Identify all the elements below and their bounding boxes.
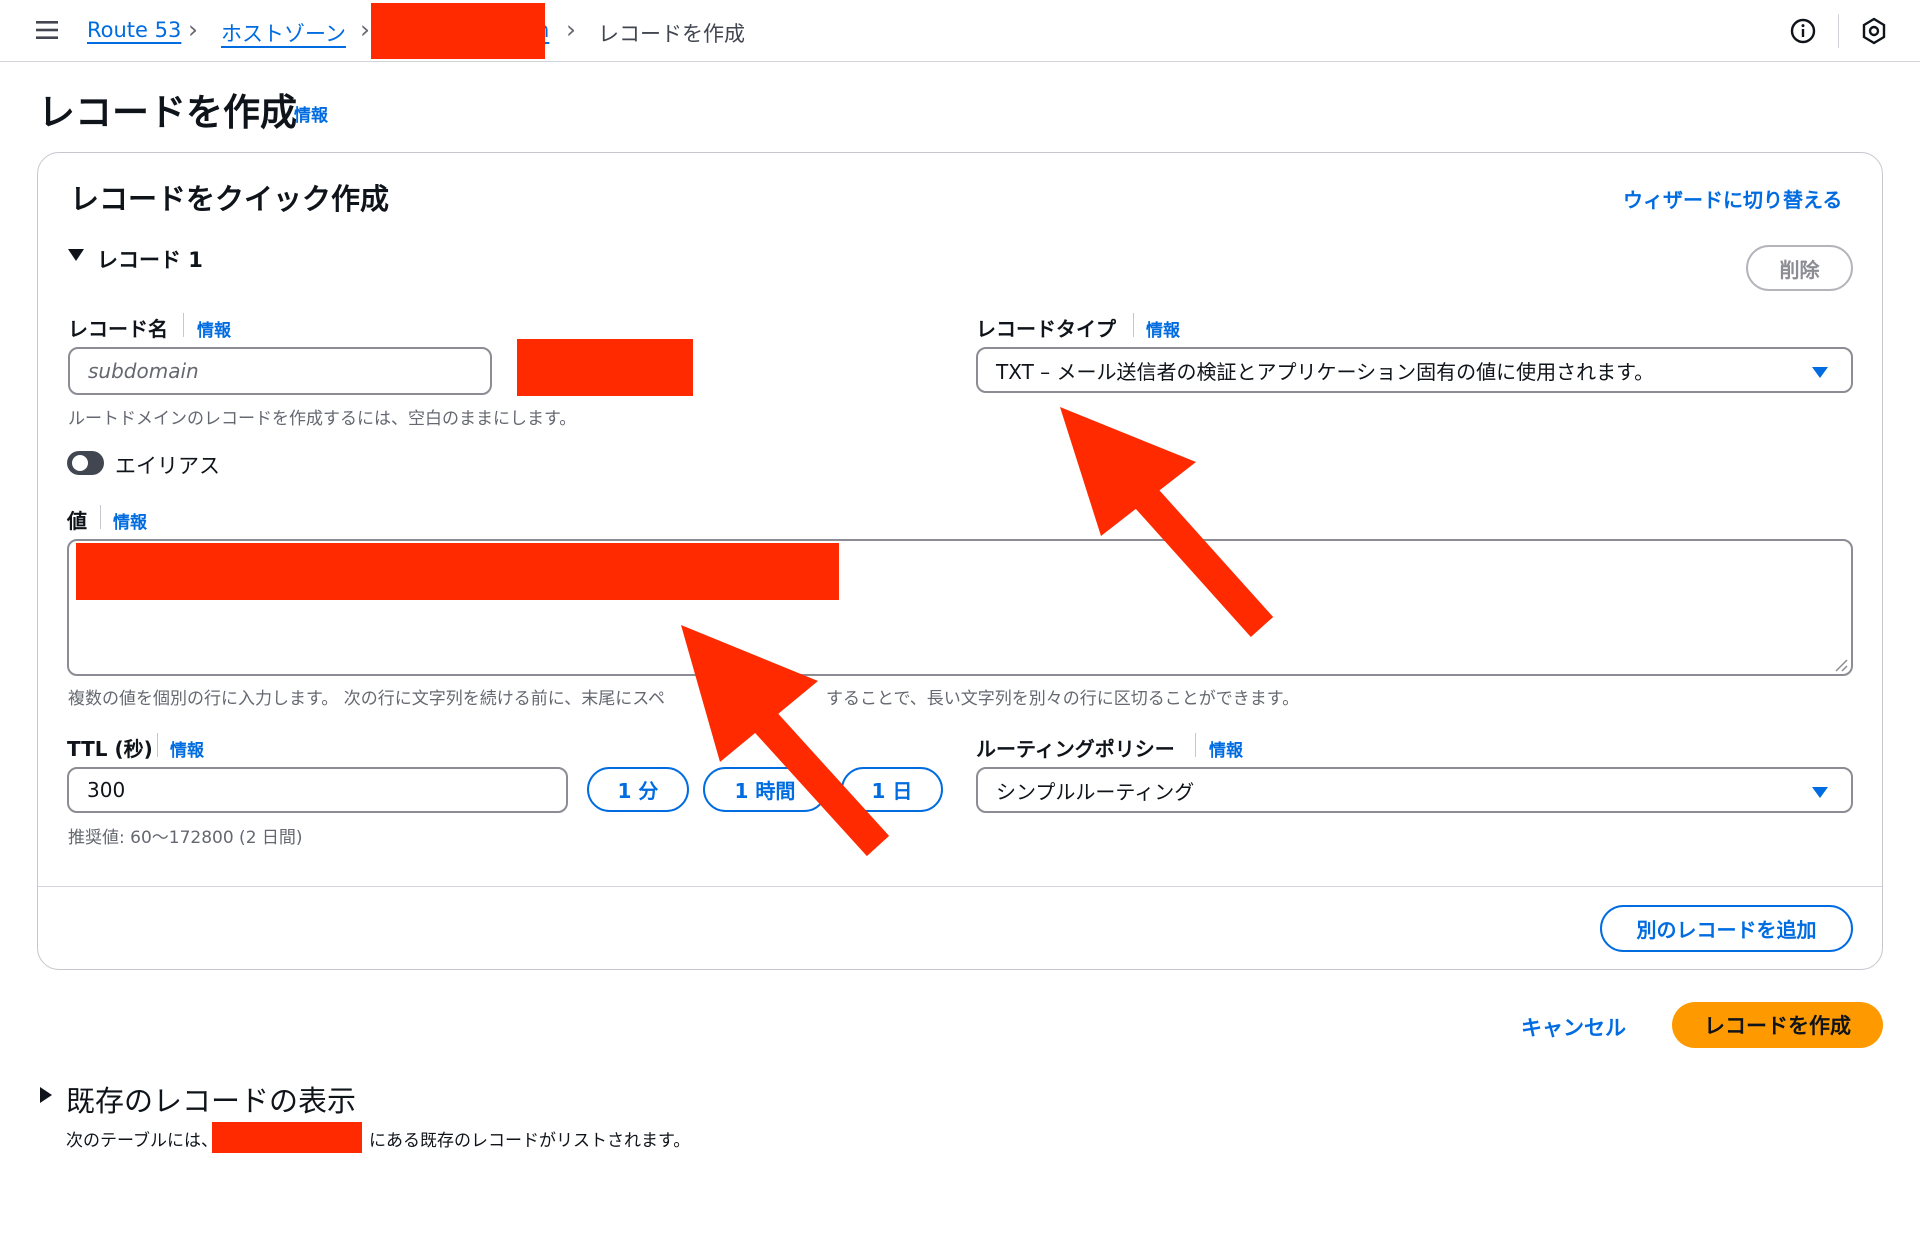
arrow-icon — [1060, 407, 1274, 638]
annotation-arrows — [681, 407, 1274, 857]
arrow-icon — [681, 625, 890, 857]
